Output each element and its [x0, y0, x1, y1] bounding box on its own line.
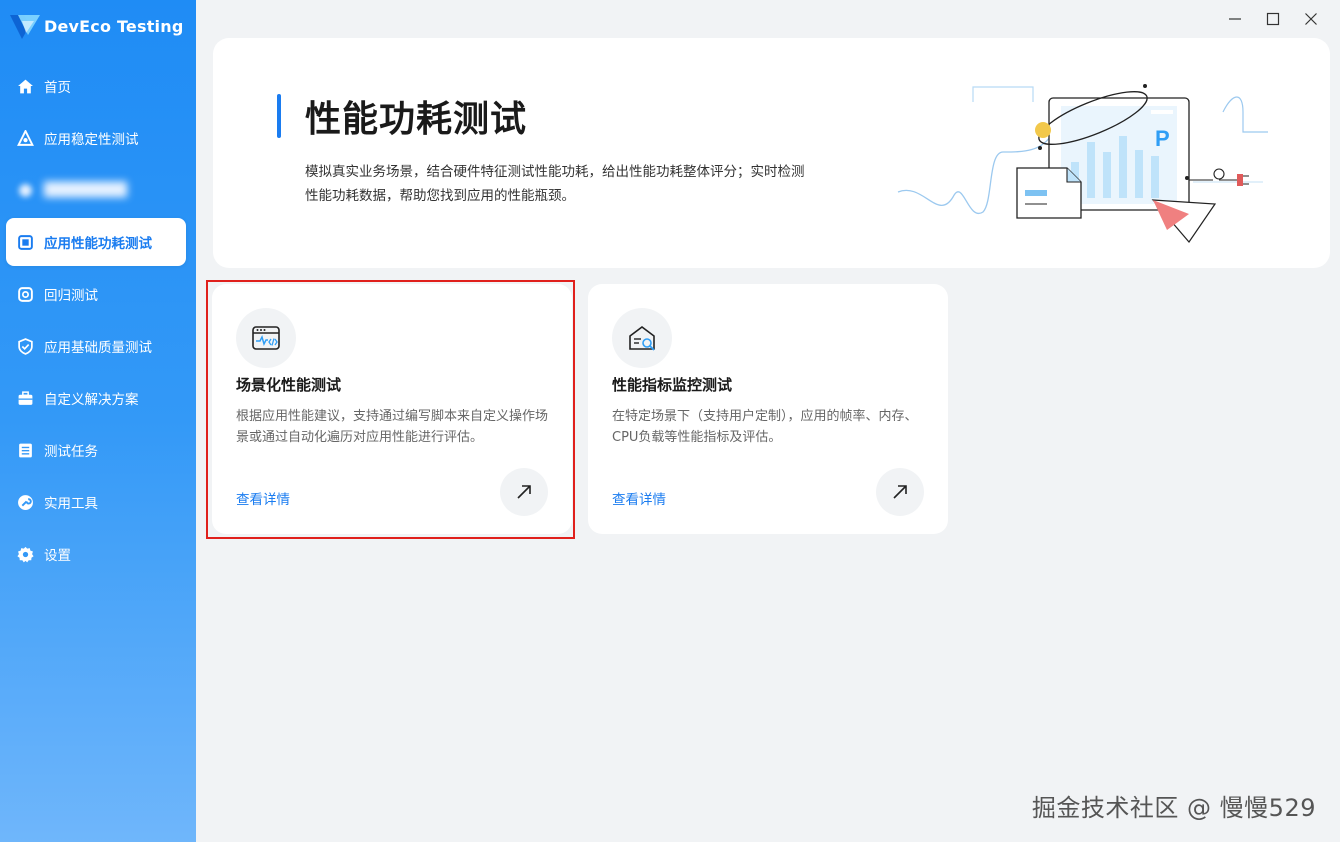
minimize-icon	[1229, 18, 1241, 20]
sidebar-item-label: 应用基础质量测试	[44, 340, 152, 356]
sidebar-item-label-blurred: ████████	[44, 182, 128, 198]
minimize-button[interactable]	[1216, 10, 1254, 28]
performance-icon	[16, 233, 34, 251]
deveco-logo-icon	[10, 15, 40, 39]
sidebar-item-label: 应用稳定性测试	[44, 132, 139, 148]
open-card-button[interactable]	[876, 468, 924, 516]
page-description: 模拟真实业务场景，结合硬件特征测试性能功耗，给出性能功耗整体评分；实时检测性能功…	[305, 164, 805, 204]
close-icon	[1305, 13, 1317, 25]
sidebar-item-performance[interactable]: 应用性能功耗测试	[6, 218, 186, 266]
toolbox-icon	[16, 389, 34, 407]
view-details-link[interactable]: 查看详情	[236, 488, 290, 508]
sidebar-item-label: 回归测试	[44, 288, 98, 304]
shield-check-icon	[16, 337, 34, 355]
sidebar: DevEco Testing 首页 应用稳定性测试 ████████ 应用性能功…	[0, 0, 196, 842]
performance-illustration: P	[897, 84, 1268, 243]
card-title: 场景化性能测试	[236, 376, 342, 394]
sidebar-item-basic-quality[interactable]: 应用基础质量测试	[6, 322, 186, 370]
sidebar-item-label: 实用工具	[44, 496, 98, 512]
view-details-link[interactable]: 查看详情	[612, 488, 666, 508]
sidebar-item-test-tasks[interactable]: 测试任务	[6, 426, 186, 474]
maximize-button[interactable]	[1254, 10, 1292, 28]
card-metrics-monitoring[interactable]: 性能指标监控测试 在特定场景下（支持用户定制），应用的帧率、内存、CPU负载等性…	[588, 284, 948, 534]
app-title: DevEco Testing	[44, 16, 184, 36]
card-title: 性能指标监控测试	[612, 376, 733, 394]
gear-icon	[16, 545, 34, 563]
monitor-search-icon	[612, 308, 672, 368]
open-card-button[interactable]	[500, 468, 548, 516]
page-title: 性能功耗测试	[305, 99, 528, 140]
stability-icon	[16, 129, 34, 147]
sidebar-item-label: 设置	[44, 548, 71, 564]
list-icon	[16, 441, 34, 459]
sidebar-item-label: 应用性能功耗测试	[44, 236, 152, 252]
sidebar-item-regression[interactable]: 回归测试	[6, 270, 186, 318]
maximize-icon	[1266, 12, 1280, 26]
code-window-icon	[236, 308, 296, 368]
sidebar-item-label: 首页	[44, 80, 71, 96]
sidebar-item-tools[interactable]: 实用工具	[6, 478, 186, 526]
svg-text:P: P	[1155, 126, 1170, 151]
card-scenario-performance[interactable]: 场景化性能测试 根据应用性能建议，支持通过编写脚本来自定义操作场景或通过自动化遍…	[212, 284, 572, 534]
regression-icon	[16, 285, 34, 303]
title-accent-bar	[277, 94, 281, 138]
arrow-up-right-icon	[893, 485, 907, 499]
sidebar-item-home[interactable]: 首页	[6, 62, 186, 110]
sidebar-item-custom-solution[interactable]: 自定义解决方案	[6, 374, 186, 422]
hero-banner: 性能功耗测试 模拟真实业务场景，结合硬件特征测试性能功耗，给出性能功耗整体评分；…	[213, 38, 1330, 268]
sidebar-nav: 首页 应用稳定性测试 ████████ 应用性能功耗测试 回归测试 应用基础质量…	[6, 62, 186, 582]
arrow-up-right-icon	[517, 485, 531, 499]
sidebar-item-settings[interactable]: 设置	[6, 530, 186, 578]
sidebar-item-label: 测试任务	[44, 444, 98, 460]
close-button[interactable]	[1292, 10, 1330, 28]
window-controls	[1216, 10, 1330, 28]
blurred-icon	[16, 181, 34, 199]
sidebar-item-label: 自定义解决方案	[44, 392, 139, 408]
sidebar-item-stability[interactable]: 应用稳定性测试	[6, 114, 186, 162]
card-description: 根据应用性能建议，支持通过编写脚本来自定义操作场景或通过自动化遍历对应用性能进行…	[236, 409, 549, 445]
card-description: 在特定场景下（支持用户定制），应用的帧率、内存、CPU负载等性能指标及评估。	[612, 409, 918, 445]
sidebar-item-blurred[interactable]: ████████	[6, 166, 186, 214]
home-icon	[16, 77, 34, 95]
wrench-icon	[16, 493, 34, 511]
watermark: 掘金技术社区 @ 慢慢529	[1031, 794, 1316, 822]
brand: DevEco Testing	[8, 10, 183, 42]
